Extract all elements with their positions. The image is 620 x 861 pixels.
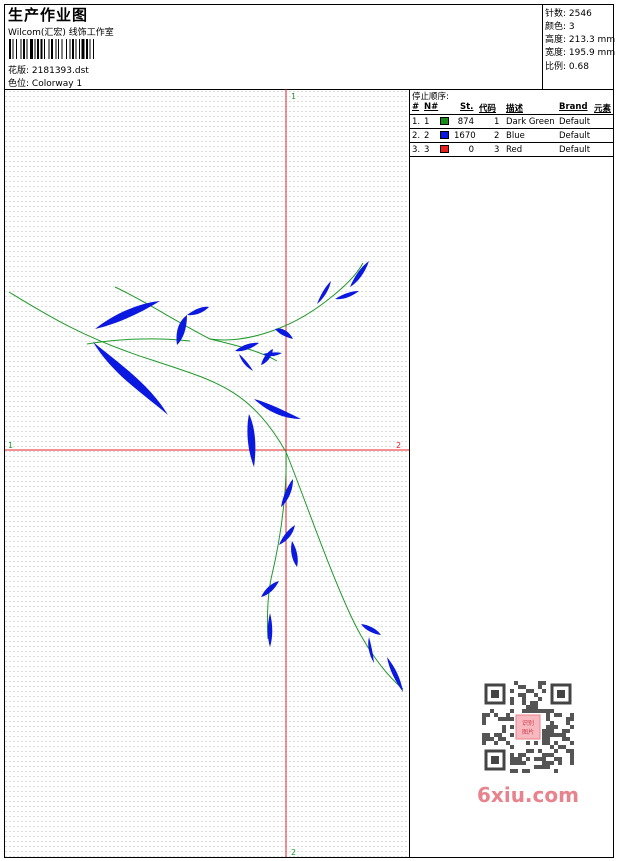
thread-row: 1. 1 874 1 Dark Green Default bbox=[410, 115, 613, 129]
row-code: 1 bbox=[494, 117, 500, 127]
row-brand: Default bbox=[559, 145, 591, 155]
watermark-text: 6xiu.com bbox=[477, 783, 579, 807]
col-stitches: St. bbox=[460, 102, 474, 112]
colorway-value: Colorway 1 bbox=[31, 79, 83, 89]
design-height: 高度: 213.3 mm bbox=[545, 35, 616, 45]
col-index: # bbox=[412, 102, 420, 112]
design-label: 花版: bbox=[8, 66, 30, 76]
col-n: N# bbox=[424, 102, 439, 112]
color-swatch bbox=[440, 131, 449, 139]
color-swatch bbox=[440, 117, 449, 125]
design-scale: 比例: 0.68 bbox=[545, 62, 589, 72]
thread-table: # N# St. 代码 描述 Brand 元素 1. 1 874 1 Dark Gree… bbox=[410, 101, 613, 157]
color-count: 颜色: 3 bbox=[545, 22, 575, 32]
row-needle: 1 bbox=[424, 117, 430, 127]
axis-label-left: 1 bbox=[8, 441, 13, 450]
embroidery-preview: 1 2 1 2 bbox=[5, 89, 409, 857]
row-brand: Default bbox=[559, 117, 591, 127]
company-name: Wilcom(汇宏) 线饰工作室 bbox=[8, 28, 114, 38]
design-file: 花版: 2181393.dst bbox=[8, 63, 89, 76]
design-canvas: 1 2 1 2 bbox=[5, 89, 410, 857]
design-value: 2181393.dst bbox=[31, 66, 89, 76]
col-brand: Brand bbox=[559, 102, 588, 112]
thread-table-header: # N# St. 代码 描述 Brand 元素 bbox=[410, 101, 613, 115]
page-title: 生产作业图 bbox=[8, 6, 89, 24]
colorway: 色位: Colorway 1 bbox=[8, 76, 82, 89]
axis-label-bottom: 2 bbox=[291, 848, 296, 857]
row-stitches: 1670 bbox=[454, 131, 476, 141]
worksheet: 生产作业图 Wilcom(汇宏) 线饰工作室 花版: 2181393.dst 色… bbox=[4, 4, 616, 858]
row-stitches: 0 bbox=[468, 145, 474, 155]
design-width: 宽度: 195.9 mm bbox=[545, 48, 616, 58]
col-element: 元素 bbox=[594, 104, 612, 114]
row-stitches: 874 bbox=[457, 117, 474, 127]
row-needle: 3 bbox=[424, 145, 430, 155]
watermark: 识别 图片 6xiu.com bbox=[470, 681, 586, 821]
row-code: 3 bbox=[494, 145, 500, 155]
row-desc: Blue bbox=[506, 131, 525, 141]
col-desc: 描述 bbox=[506, 104, 524, 114]
qr-center-label: 识别 bbox=[522, 719, 534, 727]
header: 生产作业图 Wilcom(汇宏) 线饰工作室 花版: 2181393.dst 色… bbox=[5, 5, 616, 90]
colorway-label: 色位: bbox=[8, 79, 30, 89]
thread-row: 3. 3 0 3 Red Default bbox=[410, 143, 613, 157]
row-index: 2. bbox=[412, 131, 421, 141]
col-code: 代码 bbox=[479, 104, 497, 114]
stop-sequence-panel: 停止顺序: # N# St. 代码 描述 Brand 元素 1. 1 874 1 Dar… bbox=[410, 89, 613, 857]
stitch-count: 针数: 2546 bbox=[545, 9, 592, 19]
axis-label-top: 1 bbox=[291, 92, 296, 101]
canvas-grid bbox=[5, 89, 409, 857]
qr-code-icon: 识别 图片 bbox=[482, 681, 574, 773]
thread-row: 2. 2 1670 2 Blue Default bbox=[410, 129, 613, 143]
stats-box: 针数: 2546 颜色: 3 高度: 213.3 mm 宽度: 195.9 mm… bbox=[542, 5, 616, 89]
row-code: 2 bbox=[494, 131, 500, 141]
axis-label-right: 2 bbox=[396, 441, 401, 450]
row-index: 1. bbox=[412, 117, 421, 127]
header-info: 生产作业图 Wilcom(汇宏) 线饰工作室 花版: 2181393.dst 色… bbox=[7, 5, 537, 89]
svg-text:图片: 图片 bbox=[522, 728, 534, 736]
row-desc: Dark Green bbox=[506, 117, 555, 127]
row-desc: Red bbox=[506, 145, 523, 155]
barcode-icon bbox=[9, 39, 94, 59]
row-brand: Default bbox=[559, 131, 591, 141]
color-swatch bbox=[440, 145, 449, 153]
row-needle: 2 bbox=[424, 131, 430, 141]
row-index: 3. bbox=[412, 145, 421, 155]
